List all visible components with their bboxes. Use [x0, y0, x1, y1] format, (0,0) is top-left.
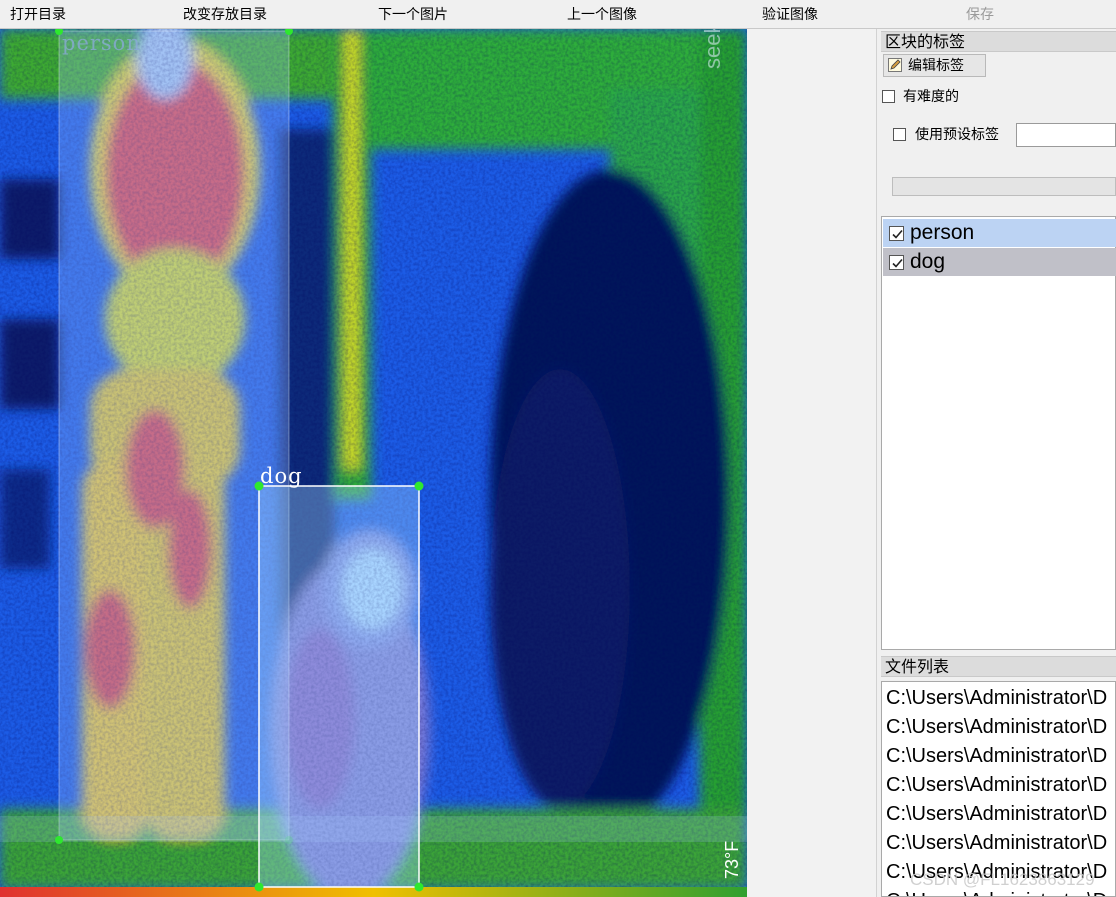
- use-preset-label: 使用预设标签: [915, 126, 999, 142]
- right-dock: 区块的标签 编辑标签 有难度的 使用预设标签 person dog 文件列表 C…: [877, 29, 1116, 897]
- progress-bar: [892, 177, 1116, 196]
- file-list-item[interactable]: C:\Users\Administrator\D: [886, 771, 1107, 800]
- preset-label-input[interactable]: [1016, 123, 1116, 147]
- edit-label-button-text: 编辑标签: [908, 57, 964, 73]
- annotation-canvas[interactable]: person dog seek 73°F: [0, 29, 877, 897]
- toolbar: 打开目录 改变存放目录 下一个图片 上一个图像 验证图像 保存: [0, 0, 1116, 29]
- dog-box-label: dog: [260, 464, 303, 488]
- save-button[interactable]: 保存: [966, 4, 994, 24]
- dog-box-handle[interactable]: [414, 882, 424, 892]
- label-name: person: [910, 221, 975, 244]
- label-list-item[interactable]: person: [883, 219, 1116, 247]
- checkmark-icon: [892, 229, 903, 239]
- change-save-dir-button[interactable]: 改变存放目录: [183, 4, 267, 24]
- next-image-button[interactable]: 下一个图片: [378, 4, 448, 24]
- open-dir-button[interactable]: 打开目录: [10, 4, 66, 24]
- seek-brand-text: seek: [700, 29, 725, 69]
- file-list-item[interactable]: C:\Users\Administrator\D: [886, 800, 1107, 829]
- label-checkbox[interactable]: [889, 255, 904, 270]
- verify-image-button[interactable]: 验证图像: [762, 4, 818, 24]
- person-bounding-box[interactable]: [58, 30, 290, 841]
- person-box-handle[interactable]: [55, 836, 63, 844]
- dog-box-handle[interactable]: [254, 882, 264, 892]
- prev-image-button[interactable]: 上一个图像: [567, 4, 637, 24]
- temperature-readout: 73°F: [722, 840, 742, 879]
- dog-box-handle[interactable]: [414, 481, 424, 491]
- use-preset-checkbox[interactable]: [893, 128, 906, 141]
- difficult-label: 有难度的: [903, 88, 959, 104]
- difficult-checkbox[interactable]: [882, 90, 895, 103]
- watermark-text: CSDN @FL1623863129: [910, 870, 1095, 889]
- label-list-item[interactable]: dog: [883, 248, 1116, 276]
- file-list[interactable]: C:\Users\Administrator\D C:\Users\Admini…: [881, 681, 1116, 897]
- block-labels-title: 区块的标签: [881, 31, 1116, 52]
- edit-icon: [888, 58, 902, 72]
- dog-bounding-box[interactable]: [258, 485, 420, 888]
- thermal-image: [0, 29, 876, 897]
- edit-label-button[interactable]: 编辑标签: [883, 54, 986, 77]
- label-checkbox[interactable]: [889, 226, 904, 241]
- label-list[interactable]: person dog: [881, 216, 1116, 650]
- file-list-item[interactable]: C:\Users\Administrator\D: [886, 742, 1107, 771]
- person-box-label: person: [62, 31, 141, 55]
- checkmark-icon: [892, 258, 903, 268]
- file-list-item[interactable]: C:\Users\Administrator\D: [886, 713, 1107, 742]
- label-name: dog: [910, 250, 946, 273]
- file-list-item[interactable]: C:\Users\Administrator\D: [886, 684, 1107, 713]
- file-list-item[interactable]: C:\Users\Administrator\D: [886, 829, 1107, 858]
- file-list-title: 文件列表: [881, 656, 1116, 677]
